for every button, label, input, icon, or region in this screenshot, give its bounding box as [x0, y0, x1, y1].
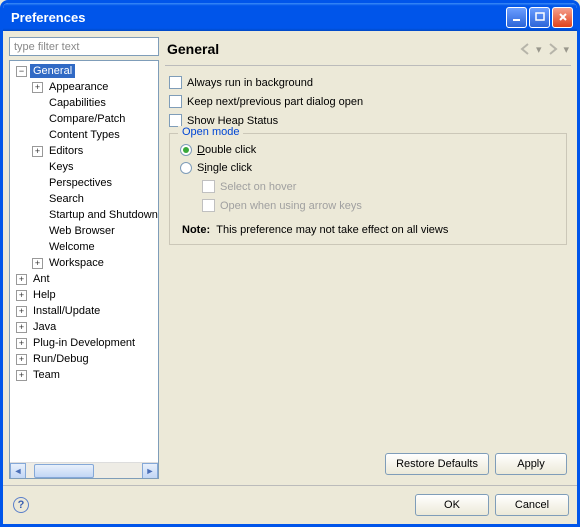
keep-dialog-open-checkbox[interactable]: Keep next/previous part dialog open: [169, 95, 567, 108]
forward-icon[interactable]: [545, 42, 563, 56]
tree-item[interactable]: +Ant: [12, 271, 156, 287]
tree-item[interactable]: Search: [12, 191, 156, 207]
preferences-window: Preferences −General +Appearance Capabil…: [0, 0, 580, 527]
select-on-hover-checkbox: Select on hover: [202, 180, 556, 193]
restore-defaults-button[interactable]: Restore Defaults: [385, 453, 489, 475]
open-arrow-keys-checkbox: Open when using arrow keys: [202, 199, 556, 212]
maximize-button[interactable]: [529, 7, 550, 28]
tree-item[interactable]: Welcome: [12, 239, 156, 255]
single-click-radio[interactable]: Single click: [180, 162, 556, 174]
expand-icon[interactable]: +: [16, 322, 27, 333]
expand-icon[interactable]: +: [32, 258, 43, 269]
expand-icon[interactable]: +: [16, 338, 27, 349]
tree-item[interactable]: +Appearance: [12, 79, 156, 95]
radio-icon: [180, 162, 192, 174]
tree-item[interactable]: +Install/Update: [12, 303, 156, 319]
checkbox-icon: [202, 180, 215, 193]
scroll-thumb[interactable]: [34, 464, 94, 478]
back-icon[interactable]: [518, 42, 536, 56]
tree-item[interactable]: +Editors: [12, 143, 156, 159]
double-click-radio[interactable]: Double click: [180, 144, 556, 156]
tree-item[interactable]: +Plug-in Development: [12, 335, 156, 351]
always-run-background-checkbox[interactable]: Always run in background: [169, 76, 567, 89]
preference-tree[interactable]: −General +Appearance Capabilities Compar…: [9, 60, 159, 479]
tree-item[interactable]: Startup and Shutdown: [12, 207, 156, 223]
window-title: Preferences: [11, 10, 506, 25]
tree-item[interactable]: +Workspace: [12, 255, 156, 271]
expand-icon[interactable]: +: [32, 146, 43, 157]
expand-icon[interactable]: +: [16, 354, 27, 365]
titlebar[interactable]: Preferences: [3, 3, 577, 31]
minimize-button[interactable]: [506, 7, 527, 28]
ok-button[interactable]: OK: [415, 494, 489, 516]
tree-item[interactable]: Keys: [12, 159, 156, 175]
filter-input[interactable]: [9, 37, 159, 56]
tree-item[interactable]: Content Types: [12, 127, 156, 143]
horizontal-scrollbar[interactable]: ◄ ►: [10, 462, 158, 478]
expand-icon[interactable]: +: [16, 274, 27, 285]
tree-item[interactable]: Perspectives: [12, 175, 156, 191]
checkbox-icon: [169, 95, 182, 108]
checkbox-icon: [169, 76, 182, 89]
tree-item[interactable]: Compare/Patch: [12, 111, 156, 127]
scroll-left-button[interactable]: ◄: [10, 463, 26, 479]
open-mode-note: Note: This preference may not take effec…: [182, 224, 556, 236]
page-title: General: [167, 41, 514, 57]
collapse-icon[interactable]: −: [16, 66, 27, 77]
open-mode-group: Open mode Double click Single click Sele…: [169, 133, 567, 245]
expand-icon[interactable]: +: [16, 306, 27, 317]
radio-icon: [180, 144, 192, 156]
tree-item[interactable]: Capabilities: [12, 95, 156, 111]
expand-icon[interactable]: +: [32, 82, 43, 93]
close-button[interactable]: [552, 7, 573, 28]
tree-item[interactable]: +Java: [12, 319, 156, 335]
tree-item[interactable]: +Run/Debug: [12, 351, 156, 367]
group-label: Open mode: [178, 126, 243, 138]
apply-button[interactable]: Apply: [495, 453, 567, 475]
help-button[interactable]: ?: [13, 497, 29, 513]
tree-item[interactable]: +Help: [12, 287, 156, 303]
expand-icon[interactable]: +: [16, 290, 27, 301]
tree-item[interactable]: +Team: [12, 367, 156, 383]
tree-item-general[interactable]: −General: [12, 63, 156, 79]
cancel-button[interactable]: Cancel: [495, 494, 569, 516]
expand-icon[interactable]: +: [16, 370, 27, 381]
scroll-right-button[interactable]: ►: [142, 463, 158, 479]
checkbox-icon: [202, 199, 215, 212]
tree-item[interactable]: Web Browser: [12, 223, 156, 239]
